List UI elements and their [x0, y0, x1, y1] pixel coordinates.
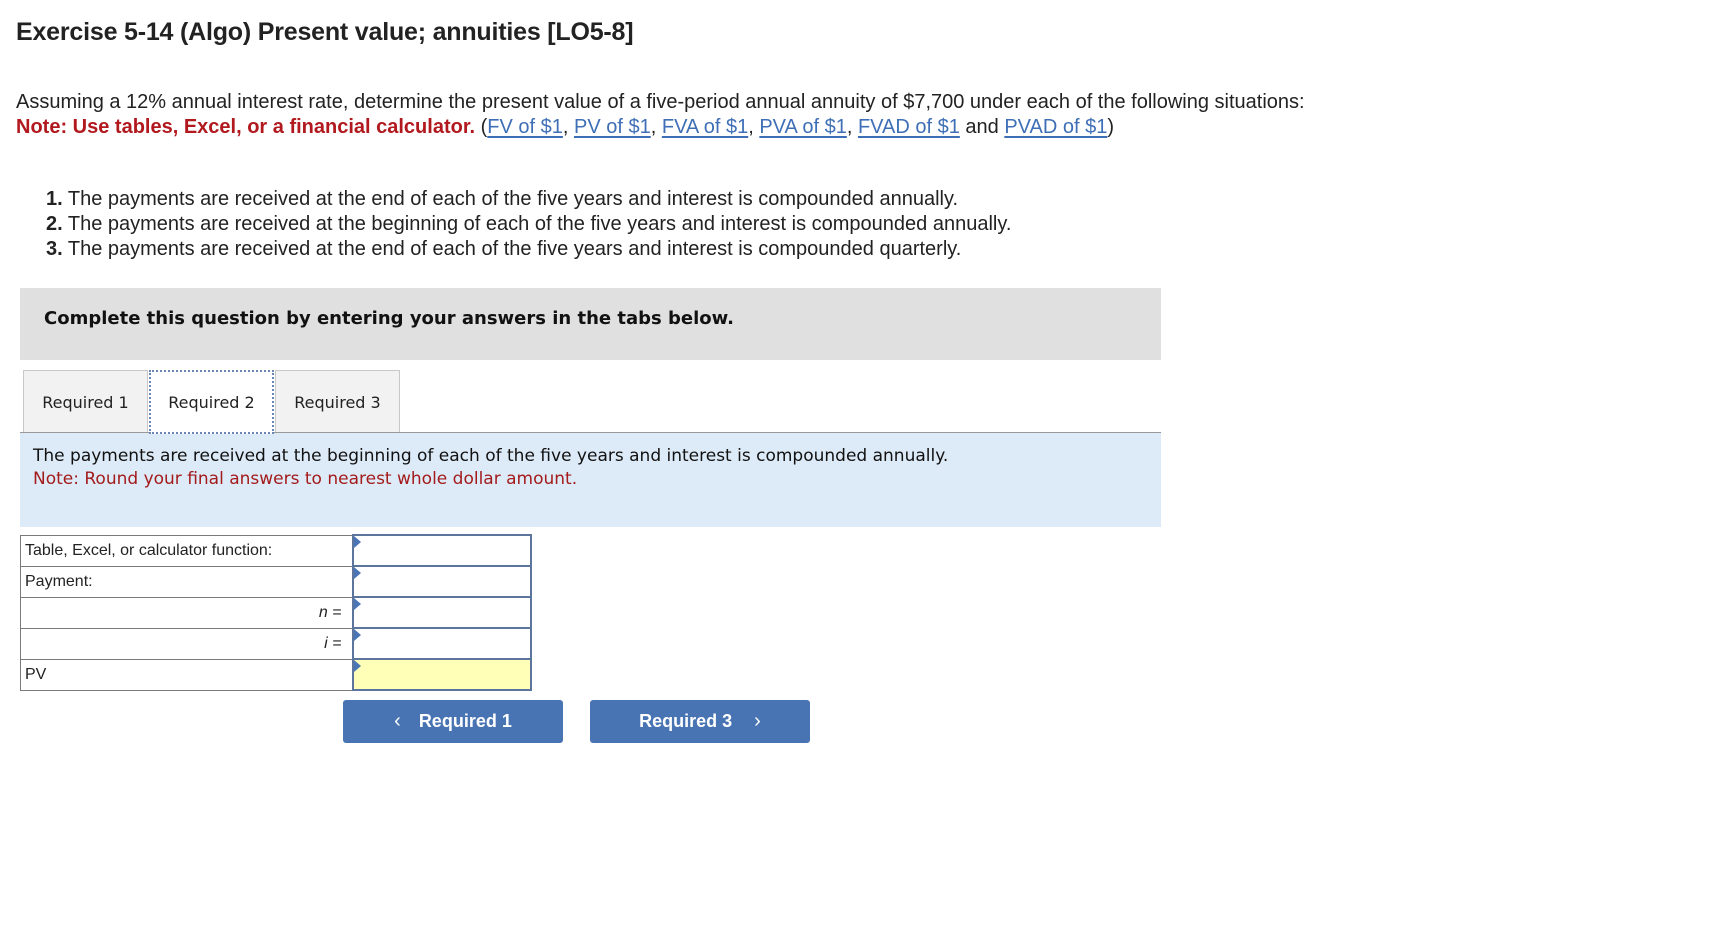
- separator: ,: [748, 116, 760, 138]
- input-marker-icon: [353, 598, 361, 610]
- table-row: i =: [20, 627, 532, 660]
- open-paren: (: [475, 116, 488, 138]
- link-fv-of-1[interactable]: FV of $1: [487, 116, 563, 138]
- requirements-list: 1. The payments are received at the end …: [46, 187, 1011, 262]
- panel-note: Note: Round your final answers to neares…: [33, 469, 578, 489]
- instruction-box: Complete this question by entering your …: [20, 288, 1161, 360]
- table-row: PV: [20, 658, 532, 691]
- requirement-item: 2. The payments are received at the begi…: [46, 212, 1011, 237]
- chevron-right-icon: ›: [754, 710, 761, 732]
- link-pv-of-1[interactable]: PV of $1: [574, 116, 651, 138]
- input-marker-icon: [353, 567, 361, 579]
- tab-bar: Required 1 Required 2 Required 3: [23, 370, 401, 434]
- row-label: Table, Excel, or calculator function:: [20, 534, 353, 567]
- table-row: Table, Excel, or calculator function:: [20, 534, 532, 567]
- link-fvad-of-1[interactable]: FVAD of $1: [858, 116, 960, 138]
- chevron-left-icon: ‹: [394, 710, 401, 732]
- note-line: Note: Use tables, Excel, or a financial …: [16, 115, 1316, 140]
- requirement-text: The payments are received at the beginni…: [62, 213, 1012, 235]
- prev-required-button[interactable]: ‹ Required 1: [343, 700, 563, 743]
- function-input[interactable]: [353, 537, 530, 564]
- requirement-text: The payments are received at the end of …: [62, 238, 962, 260]
- pv-input[interactable]: [353, 661, 530, 688]
- requirement-number: 3.: [46, 238, 63, 260]
- requirement-text: The payments are received at the end of …: [62, 188, 959, 210]
- next-button-label: Required 3: [639, 711, 733, 731]
- row-label: n =: [20, 596, 353, 629]
- row-label: PV: [20, 658, 353, 691]
- separator: ,: [562, 116, 575, 138]
- payment-input[interactable]: [353, 568, 530, 595]
- tab-panel-header: The payments are received at the beginni…: [20, 433, 1161, 527]
- input-marker-icon: [353, 629, 361, 641]
- tab-required-3[interactable]: Required 3: [275, 370, 400, 433]
- tab-required-1[interactable]: Required 1: [23, 370, 148, 433]
- separator: ,: [650, 116, 662, 138]
- i-input[interactable]: [353, 630, 530, 657]
- page-title: Exercise 5-14 (Algo) Present value; annu…: [16, 18, 634, 46]
- i-input-cell[interactable]: [351, 627, 532, 660]
- requirement-item: 1. The payments are received at the end …: [46, 187, 1011, 212]
- instruction-text: Complete this question by entering your …: [44, 308, 734, 329]
- note-label: Note: Use tables, Excel, or a financial …: [16, 116, 476, 138]
- separator: ,: [846, 116, 858, 138]
- tab-required-2[interactable]: Required 2: [149, 370, 274, 434]
- requirement-item: 3. The payments are received at the end …: [46, 237, 1011, 262]
- table-row: Payment:: [20, 565, 532, 598]
- panel-description: The payments are received at the beginni…: [33, 446, 949, 466]
- close-paren: ): [1107, 116, 1115, 138]
- input-marker-icon: [353, 536, 361, 548]
- requirement-number: 2.: [46, 213, 63, 235]
- function-input-cell[interactable]: [351, 534, 532, 567]
- requirement-number: 1.: [46, 188, 63, 210]
- n-input[interactable]: [353, 599, 530, 626]
- row-label: i =: [20, 627, 353, 660]
- question-intro: Assuming a 12% annual interest rate, det…: [16, 90, 1316, 140]
- next-required-button[interactable]: Required 3 ›: [590, 700, 810, 743]
- answer-table: Table, Excel, or calculator function: Pa…: [20, 534, 532, 691]
- input-marker-icon: [353, 660, 361, 672]
- question-text: Assuming a 12% annual interest rate, det…: [16, 91, 1305, 113]
- table-row: n =: [20, 596, 532, 629]
- pv-input-cell[interactable]: [351, 658, 532, 691]
- payment-input-cell[interactable]: [351, 565, 532, 598]
- n-input-cell[interactable]: [351, 596, 532, 629]
- link-pvad-of-1[interactable]: PVAD of $1: [1004, 116, 1107, 138]
- link-fva-of-1[interactable]: FVA of $1: [662, 116, 748, 138]
- prev-button-label: Required 1: [418, 711, 512, 731]
- row-label: Payment:: [20, 565, 353, 598]
- link-pva-of-1[interactable]: PVA of $1: [759, 116, 846, 138]
- and-text: and: [959, 116, 1005, 138]
